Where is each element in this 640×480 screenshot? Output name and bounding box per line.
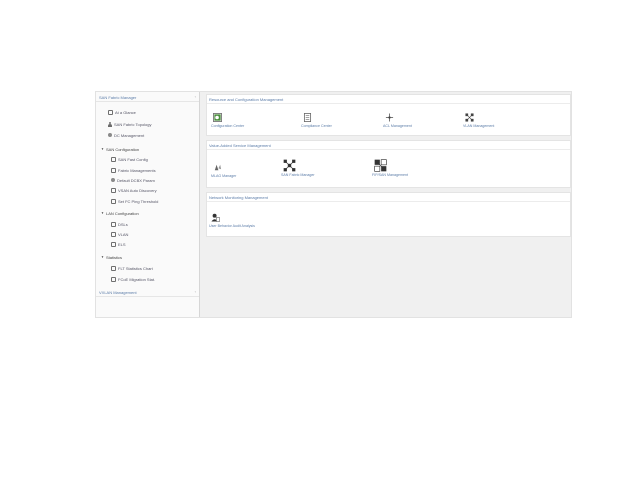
fip-icon	[374, 159, 387, 172]
tile-label: MLAG Manager	[211, 174, 237, 178]
panel-title: Resource and Configuration Management	[209, 97, 284, 102]
sidebar-section-title: VXLAN Management	[99, 290, 137, 295]
sidebar-item-label: DSLs	[118, 221, 128, 227]
caret-down-icon: ▼	[101, 147, 104, 151]
tile-fip-san-management[interactable]: FIP/SAN Management	[372, 159, 432, 183]
sidebar-item-label: At a Glance	[115, 109, 136, 115]
san-fabric-icon	[283, 159, 296, 172]
sidebar-item-label: Fabric Managements	[118, 167, 156, 173]
sidebar-item-label: FLT Statistics Chart	[118, 265, 153, 271]
dc-icon	[108, 133, 112, 137]
sidebar-item-fcoe-migration-stat[interactable]: FCoE Migration Stat.	[111, 276, 155, 282]
panel-value-added-service: Value-Added Service Management MLAG Mana…	[206, 140, 571, 188]
sidebar-item-label: FCoE Migration Stat.	[118, 276, 156, 282]
tile-label: FIP/SAN Management	[372, 173, 408, 177]
sidebar-group-label: Statistics	[105, 254, 122, 260]
tile-label: SAN Fabric Manager	[281, 173, 315, 177]
panel-title: Network Monitoring Management	[209, 195, 268, 200]
sidebar-item-label: ELS	[118, 241, 126, 247]
panel-resource-configuration: Resource and Configuration Management Co…	[206, 94, 571, 136]
sidebar-item-vsan-auto-discovery[interactable]: VSAN Auto Discovery	[111, 187, 157, 193]
sidebar-item-fabric-managements[interactable]: Fabric Managements	[111, 167, 156, 173]
caret-down-icon: ▼	[101, 211, 104, 215]
sidebar-item-label: DC Management	[114, 132, 145, 138]
tile-compliance-center[interactable]: Compliance Center	[301, 113, 351, 133]
tile-label: Compliance Center	[301, 124, 332, 128]
fabric-icon	[111, 167, 116, 173]
dashboard-icon	[108, 109, 113, 115]
tile-mlag-manager[interactable]: MLAG Manager	[211, 163, 261, 183]
sidebar-group-statistics[interactable]: ▼ Statistics	[101, 254, 122, 260]
panel-header: Resource and Configuration Management	[207, 95, 570, 104]
topology-icon	[108, 121, 112, 127]
app-window: SAN Fabric Manager ‹ At a Glance SAN Fab…	[95, 91, 572, 318]
panel-title: Value-Added Service Management	[209, 143, 271, 148]
sidebar-item-dsls[interactable]: DSLs	[111, 221, 128, 227]
tile-configuration-center[interactable]: Configuration Center	[211, 113, 261, 133]
user-audit-icon	[211, 213, 220, 222]
mlag-icon	[214, 164, 222, 171]
sidebar-item-flt-statistics-chart[interactable]: FLT Statistics Chart	[111, 265, 153, 271]
sidebar-section-title: SAN Fabric Manager	[99, 95, 137, 100]
sidebar-item-label: Default DCBX Param	[117, 177, 155, 183]
tile-user-behavior-audit[interactable]: User Behavior Audit Analysis	[209, 213, 279, 235]
acl-icon	[385, 113, 394, 122]
panel-network-monitoring: Network Monitoring Management User Behav…	[206, 192, 571, 237]
dsl-icon	[111, 221, 116, 227]
sidebar-group-lan-configuration[interactable]: ▼ LAN Configuration	[101, 210, 139, 216]
sidebar-item-set-fc-ping-threshold[interactable]: Set FC Ping Threshold	[111, 198, 158, 204]
migration-icon	[111, 276, 116, 282]
sidebar-item-label: VLAN	[118, 231, 129, 237]
chevron-left-icon: ‹	[194, 289, 196, 294]
sidebar-section-vxlan-management[interactable]: VXLAN Management ‹	[96, 287, 199, 297]
sidebar-item-dc-management[interactable]: DC Management	[108, 132, 144, 138]
els-icon	[111, 241, 116, 247]
panel-header: Value-Added Service Management	[207, 141, 570, 150]
vsan-icon	[111, 187, 116, 193]
sidebar-group-label: LAN Configuration	[105, 210, 139, 216]
compliance-icon	[303, 113, 312, 122]
tile-label: VLAN Management	[463, 124, 495, 128]
tile-san-fabric-manager[interactable]: SAN Fabric Manager	[281, 159, 331, 183]
sidebar-item-default-dcbx-param[interactable]: Default DCBX Param	[111, 177, 155, 183]
config-center-icon	[213, 113, 222, 122]
tile-label: User Behavior Audit Analysis	[209, 224, 255, 228]
sidebar-item-san-fabric-topology[interactable]: SAN Fabric Topology	[108, 121, 152, 127]
tile-acl-management[interactable]: ACL Management	[383, 113, 433, 133]
dcbx-icon	[111, 178, 115, 182]
sidebar-item-vlan[interactable]: VLAN	[111, 231, 128, 237]
sidebar-section-san-fabric-manager[interactable]: SAN Fabric Manager ‹	[96, 92, 199, 102]
sidebar: SAN Fabric Manager ‹ At a Glance SAN Fab…	[96, 92, 200, 317]
fc-ping-icon	[111, 198, 116, 204]
sidebar-item-label: SAN Fast Config	[118, 156, 148, 162]
tile-label: ACL Management	[383, 124, 412, 128]
sidebar-group-label: SAN Configuration	[105, 146, 140, 152]
sidebar-item-els[interactable]: ELS	[111, 241, 126, 247]
chart-icon	[111, 265, 116, 271]
vlan-icon	[465, 113, 474, 122]
tile-label: Configuration Center	[211, 124, 245, 128]
chevron-left-icon: ‹	[194, 94, 196, 99]
sidebar-item-label: VSAN Auto Discovery	[118, 187, 157, 193]
panel-header: Network Monitoring Management	[207, 193, 570, 202]
caret-down-icon: ▼	[101, 255, 104, 259]
sidebar-item-label: Set FC Ping Threshold	[118, 198, 159, 204]
san-fast-config-icon	[111, 156, 116, 162]
vlan-small-icon	[111, 231, 116, 237]
sidebar-item-san-fast-config[interactable]: SAN Fast Config	[111, 156, 148, 162]
tile-vlan-management[interactable]: VLAN Management	[463, 113, 523, 133]
sidebar-item-label: SAN Fabric Topology	[114, 121, 152, 127]
sidebar-group-san-configuration[interactable]: ▼ SAN Configuration	[101, 146, 139, 152]
sidebar-item-at-a-glance[interactable]: At a Glance	[108, 109, 136, 115]
